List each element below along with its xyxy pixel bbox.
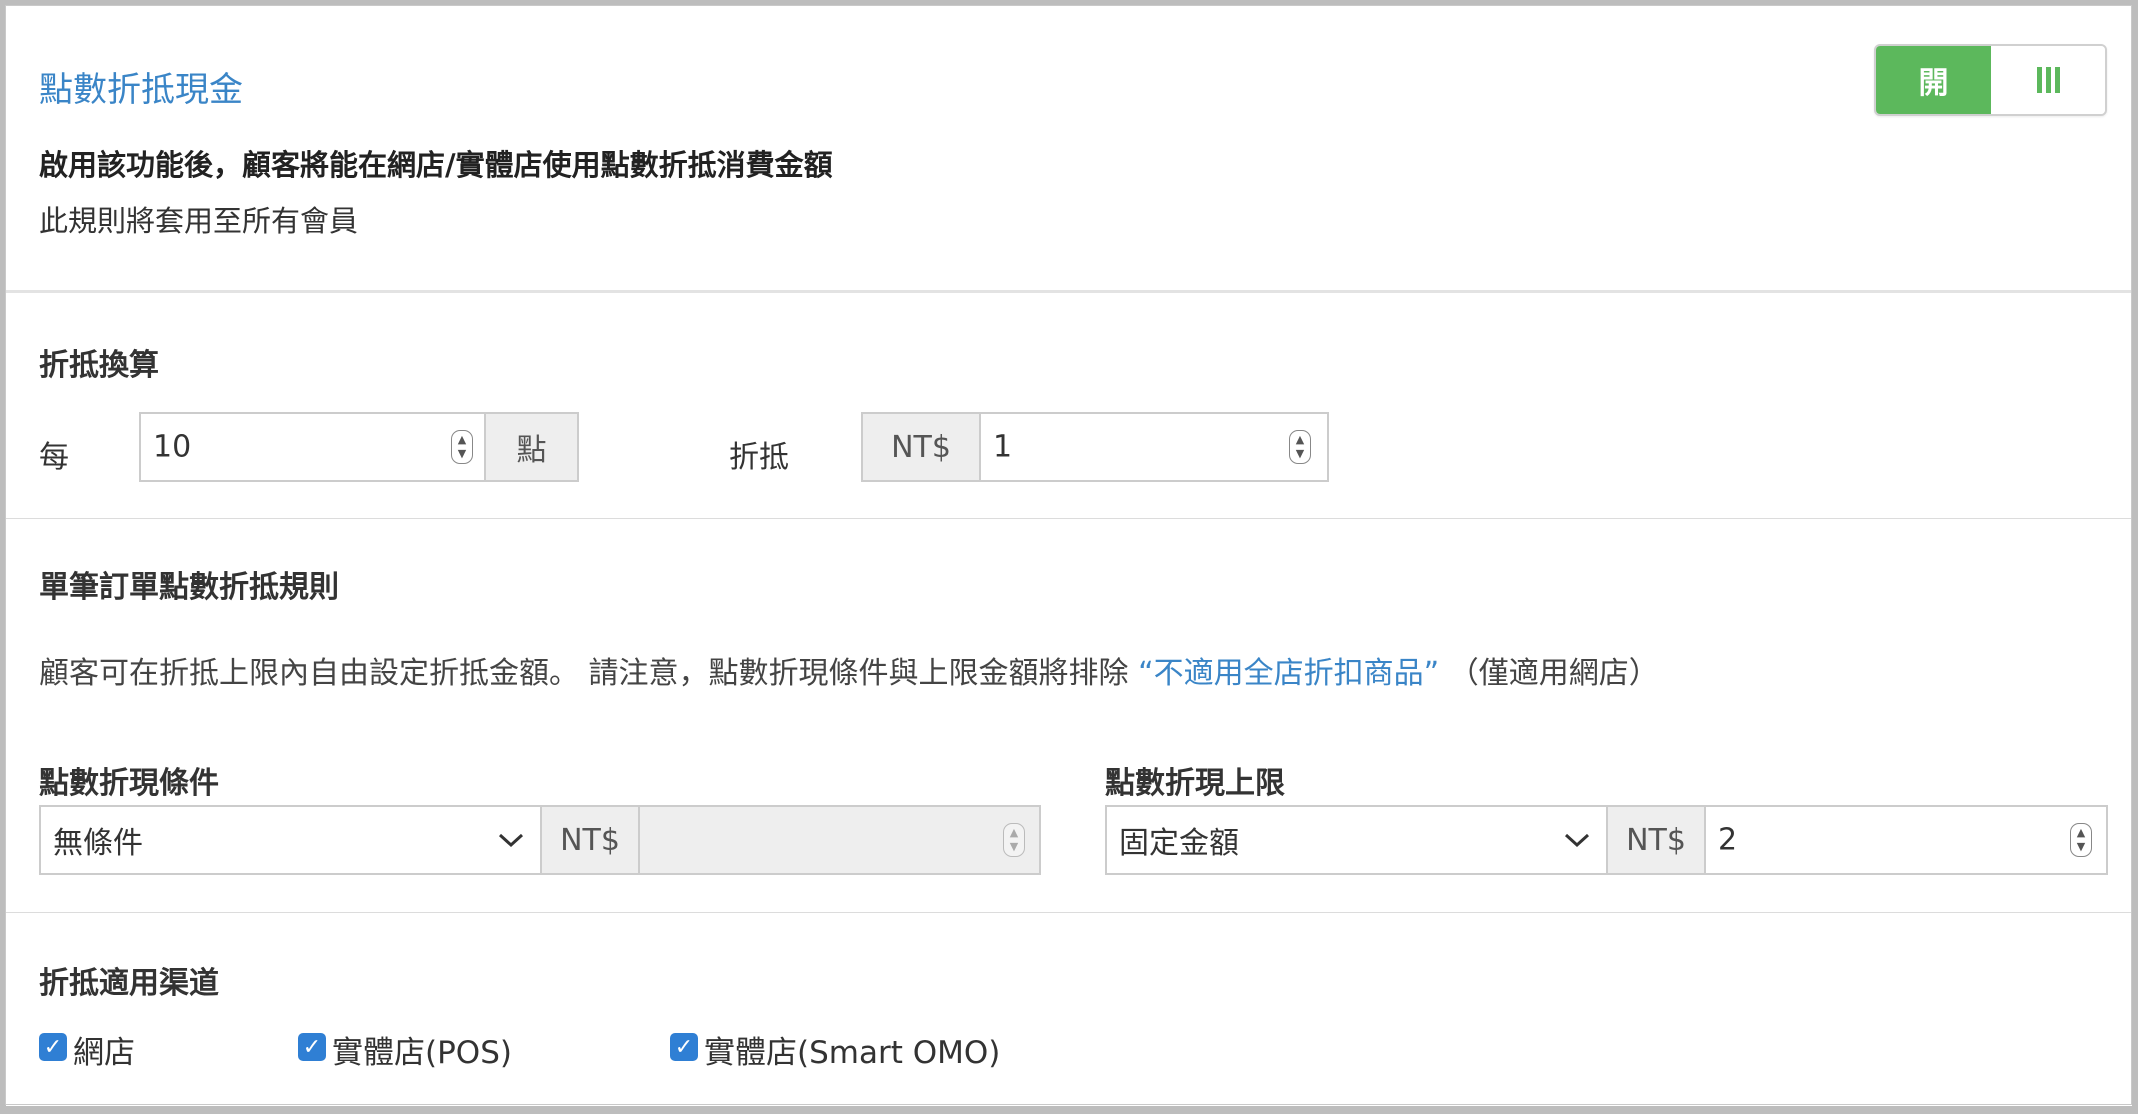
- limit-amount-value: 2: [1718, 822, 1738, 858]
- note-prefix: 顧客可在折抵上限內自由設定折抵金額。 請注意，點數折現條件與上限金額將排除: [39, 656, 1139, 691]
- points-stepper-icon[interactable]: ▲ ▼: [451, 430, 473, 464]
- condition-selected: 無條件: [53, 826, 143, 861]
- conversion-heading: 折抵換算: [39, 348, 159, 383]
- condition-select[interactable]: 無條件: [39, 805, 542, 875]
- amount-stepper-icon[interactable]: ▲ ▼: [1289, 430, 1311, 464]
- section-divider: [6, 518, 2131, 519]
- checkbox-pos-store[interactable]: ✓: [298, 1033, 326, 1061]
- checkbox-online-store[interactable]: ✓: [39, 1033, 67, 1061]
- excluded-products-link[interactable]: “不適用全店折扣商品”: [1138, 656, 1439, 691]
- amount-value: 1: [993, 429, 1013, 465]
- order-rules-heading: 單筆訂單點數折抵規則: [39, 570, 339, 605]
- condition-amount-input: ▲ ▼: [638, 805, 1041, 875]
- condition-stepper-icon: ▲ ▼: [1003, 823, 1025, 857]
- note-suffix: （僅適用網店）: [1439, 656, 1659, 691]
- points-settings-panel: 點數折抵現金 啟用該功能後，顧客將能在網店/實體店使用點數折抵消費金額 此規則將…: [5, 5, 2132, 1105]
- checkbox-omo-store[interactable]: ✓: [670, 1033, 698, 1061]
- channel-label-online[interactable]: 網店: [73, 1027, 135, 1072]
- limit-label: 點數折現上限: [1105, 766, 1285, 801]
- limit-select[interactable]: 固定金額: [1105, 805, 1608, 875]
- channel-label-pos[interactable]: 實體店(POS): [332, 1027, 512, 1072]
- channels-heading: 折抵適用渠道: [39, 966, 219, 1001]
- currency-addon: NT$: [861, 412, 981, 482]
- channel-label-omo[interactable]: 實體店(Smart OMO): [704, 1027, 1000, 1072]
- order-rules-note: 顧客可在折抵上限內自由設定折抵金額。 請注意，點數折現條件與上限金額將排除 “不…: [39, 648, 1659, 692]
- points-value: 10: [153, 429, 192, 465]
- window-frame-right: [2132, 0, 2138, 1114]
- limit-stepper-icon[interactable]: ▲ ▼: [2070, 823, 2092, 857]
- page-title: 點數折抵現金: [39, 70, 243, 110]
- condition-label: 點數折現條件: [39, 766, 219, 801]
- chevron-down-icon: [498, 825, 524, 855]
- offset-label: 折抵: [729, 440, 789, 475]
- toggle-handle[interactable]: [1991, 46, 2105, 114]
- feature-description: 此規則將套用至所有會員: [39, 204, 359, 238]
- section-divider: [6, 290, 2131, 293]
- points-input[interactable]: 10 ▲ ▼: [139, 412, 491, 482]
- section-divider: [6, 912, 2131, 913]
- toggle-on-label: 開: [1876, 46, 1991, 114]
- window-frame-bottom: [0, 1106, 2138, 1114]
- limit-amount-input[interactable]: 2 ▲ ▼: [1704, 805, 2108, 875]
- points-unit-addon: 點: [484, 412, 579, 482]
- limit-selected: 固定金額: [1119, 826, 1239, 861]
- limit-currency-addon: NT$: [1606, 805, 1706, 875]
- feature-description-bold: 啟用該功能後，顧客將能在網店/實體店使用點數折抵消費金額: [39, 148, 833, 182]
- grip-icon: [2036, 67, 2060, 93]
- amount-input[interactable]: 1 ▲ ▼: [979, 412, 1329, 482]
- condition-currency-addon: NT$: [540, 805, 640, 875]
- feature-toggle[interactable]: 開: [1874, 44, 2107, 116]
- per-label: 每: [39, 440, 69, 475]
- chevron-down-icon: [1564, 825, 1590, 855]
